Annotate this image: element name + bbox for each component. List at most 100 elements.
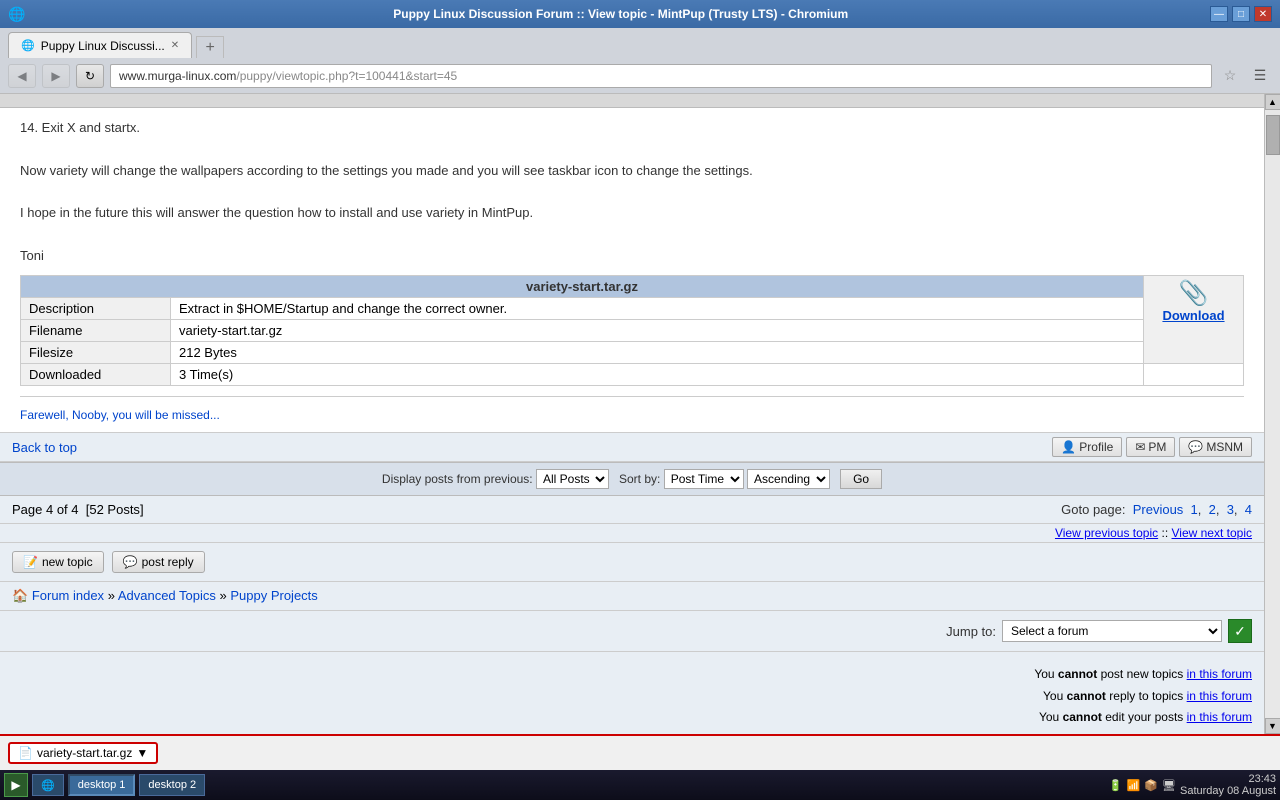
page-info: Page 4 of 4 [52 Posts] (12, 502, 144, 517)
download-dropdown[interactable]: ▼ (136, 746, 148, 760)
filename-label: Filename (21, 320, 171, 342)
pm-button[interactable]: ✉ PM (1126, 437, 1175, 457)
bookmark-button[interactable]: ☆ (1218, 64, 1242, 88)
scroll-top-indicator (0, 94, 1264, 108)
view-next-topic-link[interactable]: View next topic (1172, 526, 1253, 540)
post-bottom-bar: Back to top 👤 Profile ✉ PM 💬 MSNM (0, 432, 1264, 462)
back-button[interactable]: ◀ (8, 64, 36, 88)
sys-icon-3: 📦 (1144, 779, 1158, 792)
minimize-button[interactable]: — (1210, 6, 1228, 22)
new-topic-icon: 📝 (23, 555, 38, 569)
download-link[interactable]: Download (1162, 308, 1224, 323)
scrollbar: ▲ ▼ (1264, 94, 1280, 734)
post-reply-label: post reply (142, 555, 194, 569)
forward-button[interactable]: ▶ (42, 64, 70, 88)
taskbar-desktop1[interactable]: desktop 1 (68, 774, 136, 796)
download-file-icon: 📄 (18, 746, 33, 760)
topic-sep: :: (1161, 526, 1171, 540)
goto-page: Goto page: Previous 1, 2, 3, 4 (1061, 502, 1252, 517)
nav-bar: ◀ ▶ ↻ www.murga-linux.com /puppy/viewtop… (0, 58, 1280, 94)
menu-button[interactable]: ☰ (1248, 64, 1272, 88)
start-icon: ▶ (11, 778, 20, 792)
new-tab-button[interactable]: + (196, 36, 224, 58)
msnm-button[interactable]: 💬 MSNM (1179, 437, 1252, 457)
address-base: www.murga-linux.com (119, 69, 236, 83)
puppy-projects-link[interactable]: Puppy Projects (230, 588, 317, 603)
sys-icon-1: 🔋 (1109, 779, 1123, 792)
display-posts-bar: Display posts from previous: All Posts S… (0, 462, 1264, 496)
posts-count: 52 Posts (89, 502, 140, 517)
sys-icon-2: 📶 (1127, 779, 1141, 792)
post-reply-button[interactable]: 💬 post reply (112, 551, 205, 573)
go-button[interactable]: Go (840, 469, 882, 489)
breadcrumb-sep2: » (220, 588, 227, 603)
advanced-topics-link[interactable]: Advanced Topics (118, 588, 216, 603)
prev-page-link[interactable]: Previous (1133, 502, 1184, 517)
download-item[interactable]: 📄 variety-start.tar.gz ▼ (8, 742, 158, 764)
address-bar[interactable]: www.murga-linux.com /puppy/viewtopic.php… (110, 64, 1212, 88)
home-icon: 🏠 (12, 588, 28, 603)
page-info-text: Page 4 of 4 (12, 502, 79, 517)
post-reply-icon: 💬 (123, 555, 138, 569)
breadcrumb: 🏠 Forum index » Advanced Topics » Puppy … (0, 582, 1264, 611)
perm-reply: You cannot reply to topics in this forum (12, 686, 1252, 708)
download-bar: 📄 variety-start.tar.gz ▼ (0, 734, 1280, 770)
new-topic-button[interactable]: 📝 new topic (12, 551, 104, 573)
new-topic-label: new topic (42, 555, 93, 569)
taskbar-browser-icon[interactable]: 🌐 (32, 774, 64, 796)
posts-select[interactable]: All Posts (536, 469, 609, 489)
perm-edit: You cannot edit your posts in this forum (12, 707, 1252, 729)
back-to-top-link[interactable]: Back to top (12, 440, 77, 455)
page-2-link[interactable]: 2 (1209, 502, 1216, 517)
para2-text: I hope in the future this will answer th… (20, 203, 1244, 223)
downloaded-value: 3 Time(s) (171, 364, 1144, 386)
start-button[interactable]: ▶ (4, 773, 28, 797)
window-controls: — □ ✕ (1210, 6, 1272, 22)
jump-select[interactable]: Select a forum (1002, 620, 1222, 642)
author-text: Toni (20, 246, 1244, 266)
sortby-select[interactable]: Post Time (664, 469, 744, 489)
taskbar-desktop2[interactable]: desktop 2 (139, 774, 205, 796)
forum-index-link[interactable]: Forum index (32, 588, 104, 603)
scroll-thumb[interactable] (1266, 115, 1280, 155)
filesize-value: 212 Bytes (171, 342, 1144, 364)
page-4-link[interactable]: 4 (1245, 502, 1252, 517)
scroll-track[interactable] (1265, 110, 1280, 718)
page-3-link[interactable]: 3 (1227, 502, 1234, 517)
perm-link-1[interactable]: in this forum (1187, 667, 1252, 681)
attachment-title: variety-start.tar.gz (21, 276, 1144, 298)
page-nav: Page 4 of 4 [52 Posts] Goto page: Previo… (0, 496, 1264, 524)
perm-link-3[interactable]: in this forum (1187, 710, 1252, 724)
address-path: /puppy/viewtopic.php?t=100441&start=45 (236, 69, 457, 83)
reload-button[interactable]: ↻ (76, 64, 104, 88)
time-display: 23:43 (1180, 773, 1276, 785)
goto-label: Goto page: (1061, 502, 1125, 517)
pm-icon: ✉ (1135, 440, 1145, 454)
jump-label: Jump to: (946, 624, 996, 639)
taskbar-time: 23:43 Saturday 08 August (1180, 773, 1276, 797)
signature-link[interactable]: Farewell, Nooby, you will be missed... (20, 408, 220, 422)
action-bar: 📝 new topic 💬 post reply (0, 543, 1264, 582)
jump-go-button[interactable] (1228, 619, 1252, 643)
page-1-link[interactable]: 1 (1191, 502, 1198, 517)
para1-text: Now variety will change the wallpapers a… (20, 161, 1244, 181)
view-previous-topic-link[interactable]: View previous topic (1055, 526, 1158, 540)
attachment-table: variety-start.tar.gz 📎 Download Descript… (20, 275, 1244, 386)
scroll-up-arrow[interactable]: ▲ (1265, 94, 1280, 110)
taskbar-desktop2-label: desktop 2 (148, 779, 196, 791)
filename-value: variety-start.tar.gz (171, 320, 1144, 342)
desc-value: Extract in $HOME/Startup and change the … (171, 298, 1144, 320)
order-select[interactable]: Ascending (747, 469, 830, 489)
perm-link-2[interactable]: in this forum (1187, 689, 1252, 703)
sys-icon-4: 🖥 (1162, 779, 1176, 792)
permissions: You cannot post new topics in this forum… (0, 652, 1264, 734)
perm-new-topics: You cannot post new topics in this forum (12, 664, 1252, 686)
sortby-label: Sort by: (619, 472, 660, 486)
close-button[interactable]: ✕ (1254, 6, 1272, 22)
active-tab[interactable]: 🌐 Puppy Linux Discussi... ✕ (8, 32, 192, 58)
maximize-button[interactable]: □ (1232, 6, 1250, 22)
scroll-down-arrow[interactable]: ▼ (1265, 718, 1280, 734)
profile-button[interactable]: 👤 Profile (1052, 437, 1122, 457)
tab-close-button[interactable]: ✕ (171, 40, 179, 51)
display-label: Display posts from previous: (382, 472, 533, 486)
